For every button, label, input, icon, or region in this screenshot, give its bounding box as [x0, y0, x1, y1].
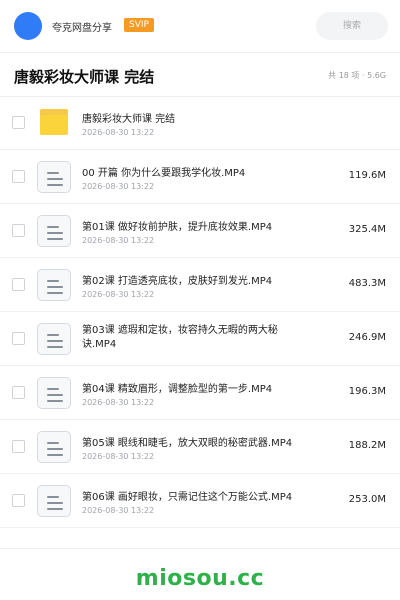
file-name: 唐毅彩妆大师课 完结: [82, 114, 176, 125]
file-size: 325.4M: [348, 224, 386, 235]
search-input[interactable]: 搜索: [316, 12, 388, 40]
list-item[interactable]: 00 开篇 你为什么要跟我学化妆.MP4 2026-08-30 13:22 11…: [0, 150, 400, 204]
file-date: 2026-08-30 13:22: [82, 236, 155, 245]
svip-badge: SVIP: [124, 18, 154, 32]
file-name: 第05课 眼线和睫毛，放大双眼的秘密武器.MP4: [82, 438, 293, 449]
watermark: miosou.cc: [135, 566, 265, 591]
file-date: 2026-08-30 13:22: [82, 506, 155, 515]
video-file-icon: [37, 269, 71, 301]
select-checkbox[interactable]: [12, 278, 25, 291]
file-size: 253.0M: [348, 494, 386, 505]
file-size: 196.3M: [348, 386, 386, 397]
avatar[interactable]: [14, 12, 42, 40]
file-name: 第01课 做好妆前护肤，提升底妆效果.MP4: [82, 222, 273, 233]
select-checkbox[interactable]: [12, 386, 25, 399]
header-divider: [0, 52, 400, 53]
list-end-divider: [0, 548, 400, 549]
file-date: 2026-08-30 13:22: [82, 398, 155, 407]
folder-icon: [40, 109, 68, 135]
select-checkbox[interactable]: [12, 440, 25, 453]
select-checkbox[interactable]: [12, 170, 25, 183]
account-name: 夸克网盘分享: [52, 23, 112, 34]
list-item[interactable]: 第05课 眼线和睫毛，放大双眼的秘密武器.MP4 2026-08-30 13:2…: [0, 420, 400, 474]
file-date: 2026-08-30 13:22: [82, 290, 155, 299]
video-file-icon: [37, 431, 71, 463]
list-item[interactable]: 第02课 打造透亮底妆，皮肤好到发光.MP4 2026-08-30 13:22 …: [0, 258, 400, 312]
folder-meta: 共 18 项 · 5.6G: [328, 71, 386, 80]
file-name: 第06课 画好眼妆，只需记住这个万能公式.MP4: [82, 492, 293, 503]
list-item[interactable]: 第03课 遮瑕和定妆，妆容持久无暇的两大秘诀.MP4 246.9M: [0, 312, 400, 366]
list-item[interactable]: 第01课 做好妆前护肤，提升底妆效果.MP4 2026-08-30 13:22 …: [0, 204, 400, 258]
file-date: 2026-08-30 13:22: [82, 128, 155, 137]
select-checkbox[interactable]: [12, 494, 25, 507]
page-title: 唐毅彩妆大师课 完结: [14, 68, 155, 86]
video-file-icon: [37, 377, 71, 409]
file-name: 第02课 打造透亮底妆，皮肤好到发光.MP4: [82, 276, 273, 287]
list-item[interactable]: 唐毅彩妆大师课 完结 2026-08-30 13:22: [0, 96, 400, 150]
file-size: 483.3M: [348, 278, 386, 289]
select-checkbox[interactable]: [12, 224, 25, 237]
file-name: 00 开篇 你为什么要跟我学化妆.MP4: [82, 168, 246, 179]
file-size: 119.6M: [348, 170, 386, 181]
file-size: 188.2M: [348, 440, 386, 451]
file-name: 第03课 遮瑕和定妆，妆容持久无暇的两大秘诀.MP4: [82, 325, 278, 350]
list-item[interactable]: 第04课 精致眉形，调整脸型的第一步.MP4 2026-08-30 13:22 …: [0, 366, 400, 420]
file-name: 第04课 精致眉形，调整脸型的第一步.MP4: [82, 384, 273, 395]
file-date: 2026-08-30 13:22: [82, 182, 155, 191]
file-list: 唐毅彩妆大师课 完结 2026-08-30 13:22 00 开篇 你为什么要跟…: [0, 96, 400, 528]
select-checkbox[interactable]: [12, 116, 25, 129]
file-size: 246.9M: [348, 332, 386, 343]
top-bar: 夸克网盘分享 SVIP 搜索: [0, 0, 400, 52]
video-file-icon: [37, 161, 71, 193]
video-file-icon: [37, 215, 71, 247]
video-file-icon: [37, 323, 71, 355]
select-checkbox[interactable]: [12, 332, 25, 345]
list-item[interactable]: 第06课 画好眼妆，只需记住这个万能公式.MP4 2026-08-30 13:2…: [0, 474, 400, 528]
video-file-icon: [37, 485, 71, 517]
file-date: 2026-08-30 13:22: [82, 452, 155, 461]
